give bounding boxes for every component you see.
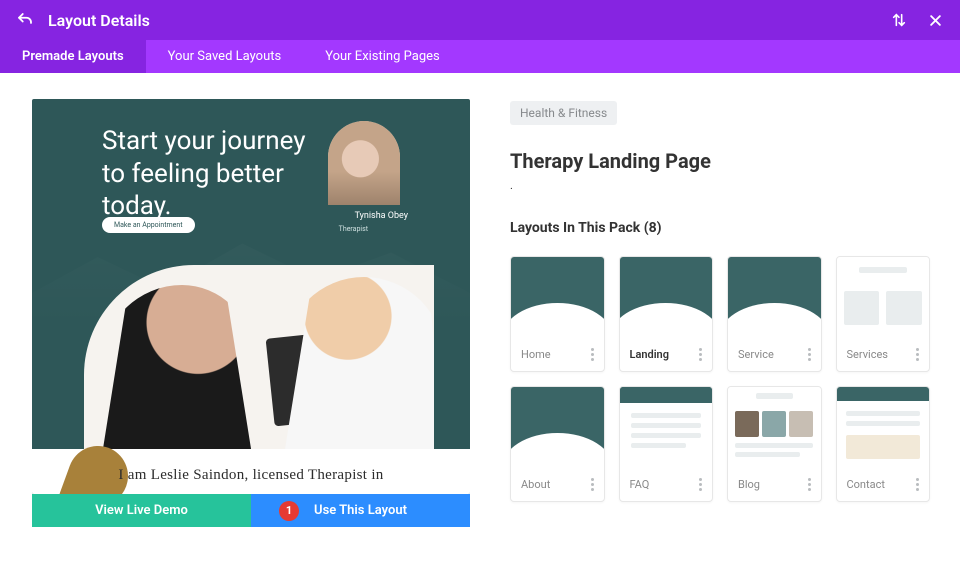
header: Layout Details (0, 0, 960, 40)
kebab-icon[interactable] (699, 348, 702, 361)
layout-preview: Start your journey to feeling better tod… (32, 99, 470, 494)
layout-card-landing[interactable]: Landing (619, 256, 714, 372)
step-badge: 1 (279, 501, 299, 521)
use-this-layout-button[interactable]: 1 Use This Layout (251, 494, 470, 527)
header-title: Layout Details (48, 11, 872, 30)
close-icon[interactable] (926, 11, 944, 29)
layout-card-services[interactable]: Services (836, 256, 931, 372)
layout-card-faq[interactable]: FAQ (619, 386, 714, 502)
layouts-grid: Home Landing Service Services Abou (510, 256, 930, 502)
view-live-demo-button[interactable]: View Live Demo (32, 494, 251, 527)
layout-card-contact[interactable]: Contact (836, 386, 931, 502)
kebab-icon[interactable] (699, 478, 702, 491)
back-icon[interactable] (16, 11, 34, 29)
kebab-icon[interactable] (916, 478, 919, 491)
kebab-icon[interactable] (591, 348, 594, 361)
avatar-name: Tynisha Obey (355, 211, 408, 221)
layout-title: Therapy Landing Page (510, 149, 930, 173)
pack-header: Layouts In This Pack (8) (510, 220, 930, 236)
hero-photo (84, 265, 434, 455)
tab-existing-pages[interactable]: Your Existing Pages (303, 40, 462, 73)
hero-cta-pill: Make an Appointment (102, 217, 195, 233)
tab-bar: Premade Layouts Your Saved Layouts Your … (0, 40, 960, 73)
layout-subtitle: . (510, 179, 930, 192)
layout-card-home[interactable]: Home (510, 256, 605, 372)
preview-action-bar: View Live Demo 1 Use This Layout (32, 494, 470, 527)
kebab-icon[interactable] (591, 478, 594, 491)
layout-card-blog[interactable]: Blog (727, 386, 822, 502)
layout-card-service[interactable]: Service (727, 256, 822, 372)
kebab-icon[interactable] (808, 478, 811, 491)
kebab-icon[interactable] (916, 348, 919, 361)
hero-avatar (328, 121, 400, 205)
tab-premade-layouts[interactable]: Premade Layouts (0, 40, 146, 73)
hero-headline: Start your journey to feeling better tod… (102, 125, 322, 223)
sort-icon[interactable] (890, 11, 908, 29)
kebab-icon[interactable] (808, 348, 811, 361)
avatar-role: Therapist (339, 225, 368, 233)
layout-card-about[interactable]: About (510, 386, 605, 502)
tab-saved-layouts[interactable]: Your Saved Layouts (146, 40, 304, 73)
preview-subheadline: I am Leslie Saindon, licensed Therapist … (32, 467, 470, 484)
category-tag[interactable]: Health & Fitness (510, 101, 617, 125)
